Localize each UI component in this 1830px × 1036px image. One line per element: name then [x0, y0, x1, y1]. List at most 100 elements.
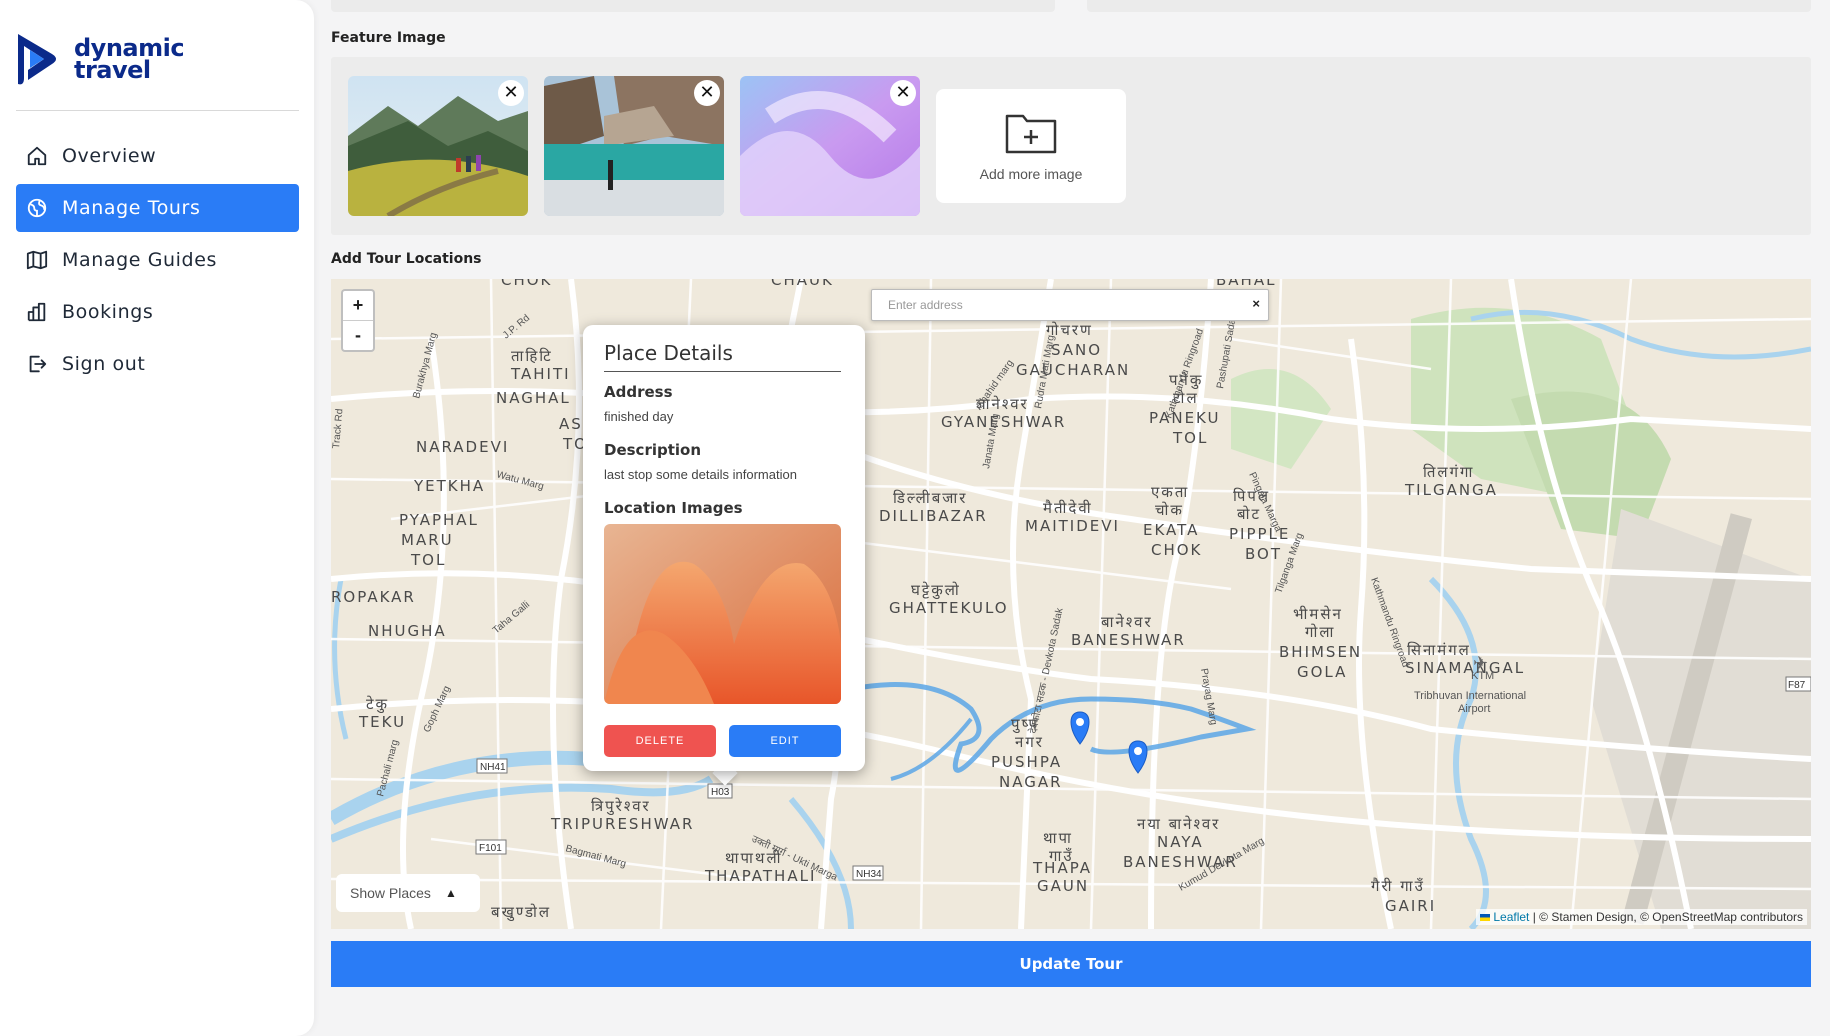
sidebar-item-label: Manage Tours [62, 197, 201, 219]
map-tiles: CHOK CHAUK BAHAL ताहिटि TAHITI NAGHAL AS… [331, 279, 1811, 929]
map-label: THAPA [1032, 859, 1092, 877]
feature-image-box: ✕ ✕ ✕ Add more image [331, 57, 1811, 235]
road-shield: NH34 [856, 869, 882, 880]
sidebar-item-overview[interactable]: Overview [16, 132, 299, 180]
map-label: त्रिपुरेश्वर [591, 797, 651, 816]
map-label: बखुण्डोल [491, 903, 551, 922]
map-label: GAUCHARAN [1016, 361, 1130, 379]
tour-locations-label: Add Tour Locations [331, 251, 482, 267]
map-label: नया बानेश्वर [1137, 815, 1220, 833]
map-label: सिनामंगल [1407, 641, 1471, 659]
add-more-image-label: Add more image [979, 166, 1083, 182]
map-label: TRIPURESHWAR [550, 815, 694, 833]
map-label: नगर [1015, 733, 1044, 751]
map-label: बोट [1237, 505, 1261, 523]
home-icon [27, 146, 47, 166]
airport-label: Airport [1458, 703, 1490, 715]
map-label: गैरी गाउँ [1371, 877, 1425, 895]
road-shield: NH41 [480, 762, 506, 773]
sidebar: dynamic travel Overview Manage Tours Man… [0, 0, 314, 1036]
road-shield: H03 [711, 787, 730, 798]
clear-address-button[interactable]: × [1252, 296, 1260, 311]
popup-title: Place Details [604, 341, 841, 372]
zoom-in-button[interactable]: + [343, 291, 373, 321]
map-label: PYAPHAL [399, 511, 479, 529]
folder-plus-icon [1005, 114, 1057, 154]
map-label: ROPAKAR [331, 588, 416, 606]
edit-button[interactable]: EDIT [729, 725, 841, 757]
form-field-partial[interactable] [331, 0, 1055, 12]
remove-image-button[interactable]: ✕ [890, 80, 916, 106]
map-label: CHAUK [771, 279, 834, 289]
sidebar-item-label: Overview [62, 145, 157, 167]
place-details-popup: Place Details Address finished day Descr… [583, 325, 865, 771]
update-tour-button[interactable]: Update Tour [331, 941, 1811, 987]
feature-thumb: ✕ [544, 76, 724, 216]
map-zoom-control: + - [341, 289, 375, 352]
form-field-partial[interactable] [1087, 0, 1811, 12]
map-label: TAHITI [510, 365, 571, 383]
sidebar-item-manage-guides[interactable]: Manage Guides [16, 236, 299, 284]
map-label: PUSHPA [991, 753, 1062, 771]
map-label: MAITIDEVI [1025, 517, 1120, 535]
map-label: भीमसेन [1293, 605, 1343, 623]
map-label: थापा [1043, 829, 1073, 847]
show-places-button[interactable]: Show Places ▲ [336, 874, 480, 912]
map-label: GAUN [1037, 877, 1089, 895]
map-label: MARU [401, 531, 454, 549]
feature-thumb: ✕ [740, 76, 920, 216]
map-label: एकता [1151, 483, 1189, 501]
brand-logo[interactable]: dynamic travel [14, 30, 185, 88]
map-label: NAGAR [999, 773, 1063, 791]
sidebar-item-manage-tours[interactable]: Manage Tours [16, 184, 299, 232]
sidebar-item-sign-out[interactable]: Sign out [16, 340, 299, 388]
map-label: DILLIBAZAR [879, 507, 988, 525]
map-label: TOL [410, 551, 446, 569]
address-search: × [871, 289, 1269, 321]
map-label: NARADEVI [416, 438, 509, 456]
zoom-out-button[interactable]: - [343, 321, 373, 350]
tour-map[interactable]: CHOK CHAUK BAHAL ताहिटि TAHITI NAGHAL AS… [331, 279, 1811, 929]
map-label: CHOK [1151, 541, 1202, 559]
map-label: मैतीदेवी [1043, 499, 1093, 517]
map-label: NHUGHA [368, 622, 447, 640]
road-shield: F101 [479, 843, 502, 854]
map-label: गोला [1305, 623, 1335, 641]
remove-image-button[interactable]: ✕ [694, 80, 720, 106]
sidebar-divider [16, 110, 299, 111]
map-label: GOLA [1297, 663, 1347, 681]
map-label: CHOK [501, 279, 552, 289]
address-search-input[interactable] [872, 290, 1230, 320]
map-label: EKATA [1143, 521, 1199, 539]
logo-mark-icon [18, 34, 56, 85]
map-label: BHIMSEN [1279, 643, 1362, 661]
map-label: डिल्लीबजार [893, 489, 967, 507]
description-value: last stop some details information [604, 467, 797, 482]
delete-button[interactable]: DELETE [604, 725, 716, 757]
chevron-up-icon: ▲ [444, 886, 457, 900]
map-label: GYANESHWAR [941, 413, 1066, 431]
airport-label: Tribhuvan International [1414, 690, 1526, 702]
map-label: तिलगंगा [1423, 463, 1474, 481]
feature-thumb: ✕ [348, 76, 528, 216]
leaflet-link[interactable]: Leaflet [1493, 910, 1529, 924]
remove-image-button[interactable]: ✕ [498, 80, 524, 106]
map-label: NAYA [1157, 833, 1204, 851]
map-book-icon [26, 250, 48, 270]
road-shield: F87 [1788, 680, 1806, 691]
map-label: SINAMANGAL [1405, 659, 1525, 677]
sidebar-item-bookings[interactable]: Bookings [16, 288, 299, 336]
globe-icon [27, 198, 47, 218]
show-places-label: Show Places [350, 885, 431, 901]
add-more-image-button[interactable]: Add more image [936, 89, 1126, 203]
map-label: YETKHA [413, 477, 485, 495]
map-label: टेकु [366, 695, 389, 714]
flag-icon [1480, 914, 1491, 921]
map-label: घट्टेकुलो [911, 581, 961, 600]
map-attribution: Leaflet | © Stamen Design, © OpenStreetM… [1476, 909, 1807, 925]
sidebar-nav: Overview Manage Tours Manage Guides Book… [16, 132, 299, 392]
bar-chart-icon [27, 302, 46, 322]
map-label: SANO [1051, 341, 1102, 359]
map-label: GAIRI [1385, 897, 1436, 915]
address-label: Address [604, 383, 673, 401]
